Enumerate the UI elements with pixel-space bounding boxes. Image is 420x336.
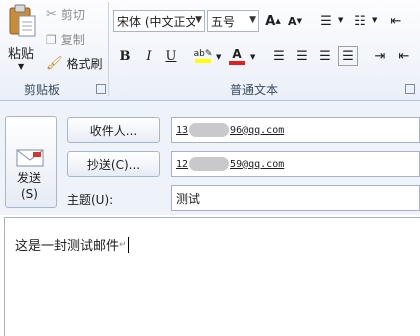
redacted-mask — [189, 157, 230, 171]
align-left-button[interactable]: ☰ — [269, 46, 289, 66]
font-color-swatch — [229, 60, 245, 65]
clipboard-icon — [9, 4, 36, 37]
format-painter-button[interactable]: 🖌 格式刷 — [46, 55, 103, 72]
chevron-down-icon[interactable]: ▼ — [250, 53, 255, 61]
subject-field[interactable]: 测试 — [171, 185, 420, 211]
subject-label: 主题(U): — [67, 193, 114, 207]
highlighter-icon: ab✎ — [193, 49, 213, 59]
paste-button[interactable]: 粘贴 ▼ — [4, 4, 40, 74]
to-address-prefix: 13 — [176, 124, 189, 136]
font-dialog-launcher-icon[interactable] — [405, 84, 415, 94]
message-body-editor[interactable]: 这是一封测试邮件 ↵ — [4, 217, 420, 336]
font-name-combo[interactable]: 宋体 (中文正文 ▼ — [113, 10, 205, 32]
subject-value: 测试 — [176, 191, 201, 206]
ribbon-separator — [108, 2, 109, 96]
clipboard-dialog-launcher-icon[interactable] — [96, 84, 106, 94]
chevron-down-icon[interactable]: ▼ — [216, 53, 221, 61]
to-field[interactable]: 13 96@qq.com — [171, 117, 420, 143]
outdent-icon: ⇤ — [390, 13, 402, 29]
chevron-down-icon[interactable]: ▼ — [338, 16, 343, 24]
align-right-button[interactable]: ☰ — [315, 46, 335, 66]
to-button[interactable]: 收件人... — [67, 117, 160, 143]
scissors-icon: ✂ — [46, 7, 57, 22]
ltr-icon: ⇤ — [398, 48, 410, 64]
numbering-button[interactable]: ☷ — [350, 11, 370, 31]
chevron-down-icon: ▼ — [18, 62, 25, 71]
redacted-mask — [189, 123, 230, 137]
paragraph-mark-icon: ↵ — [119, 239, 127, 250]
format-painter-label: 格式刷 — [66, 57, 103, 71]
bullet-list-icon: ☰ — [320, 13, 332, 29]
justify-button[interactable]: ☰ — [338, 46, 358, 66]
to-address-suffix: 96@qq.com — [230, 124, 285, 136]
numbered-list-icon: ☷ — [354, 13, 366, 29]
ribbon: 粘贴 ▼ ✂ 剪切 ❐ 复制 🖌 格式刷 剪贴板 宋体 (中文正文 ▼ 五号 ▼… — [0, 0, 420, 101]
copy-icon: ❐ — [46, 32, 57, 47]
font-size-value: 五号 — [211, 14, 236, 29]
align-center-button[interactable]: ☰ — [292, 46, 312, 66]
align-right-icon: ☰ — [319, 48, 331, 64]
cc-button[interactable]: 抄送(C)... — [67, 151, 160, 177]
font-color-icon: A — [232, 46, 242, 61]
paste-label: 粘贴 — [8, 47, 35, 62]
decrease-indent-button[interactable]: ⇤ — [386, 11, 406, 31]
text-cursor — [127, 236, 129, 253]
copy-label: 复制 — [60, 33, 85, 47]
highlight-swatch — [195, 59, 211, 63]
bold-button[interactable]: B — [115, 46, 135, 66]
rtl-icon: ⇥ — [374, 48, 386, 64]
brush-icon: 🖌 — [46, 56, 63, 71]
justify-icon: ☰ — [342, 48, 354, 64]
shrink-font-button[interactable]: A ▼ — [285, 11, 305, 31]
font-name-value: 宋体 (中文正文 — [117, 14, 195, 29]
cc-button-label: 抄送(C)... — [86, 157, 141, 172]
font-color-button[interactable]: A — [227, 46, 247, 66]
cut-button[interactable]: ✂ 剪切 — [46, 6, 85, 23]
font-size-combo[interactable]: 五号 ▼ — [207, 10, 259, 32]
envelope-icon — [16, 149, 44, 167]
chevron-down-icon: ▼ — [195, 15, 202, 25]
cut-label: 剪切 — [60, 8, 85, 22]
ltr-button[interactable]: ⇤ — [394, 46, 414, 66]
bullets-button[interactable]: ☰ — [316, 11, 336, 31]
cc-field[interactable]: 12 59@qq.com — [171, 151, 420, 177]
align-left-icon: ☰ — [273, 48, 285, 64]
message-body-text: 这是一封测试邮件 — [15, 239, 120, 254]
font-group-label: 普通文本 — [230, 83, 279, 97]
copy-button[interactable]: ❐ 复制 — [46, 31, 85, 48]
send-button[interactable]: 发送 (S) — [5, 116, 57, 208]
italic-button[interactable]: I — [139, 46, 159, 66]
send-label: 发送 — [17, 171, 42, 185]
cc-address-suffix: 59@qq.com — [230, 158, 285, 170]
to-button-label: 收件人... — [89, 123, 138, 138]
grow-font-button[interactable]: A ▲ — [263, 11, 283, 31]
clipboard-group-label: 剪贴板 — [24, 83, 61, 97]
rtl-button[interactable]: ⇥ — [370, 46, 390, 66]
send-shortcut: (S) — [21, 187, 38, 201]
chevron-down-icon: ▼ — [249, 15, 256, 25]
highlight-button[interactable]: ab✎ — [193, 46, 213, 66]
underline-button[interactable]: U — [161, 46, 181, 66]
cc-address-prefix: 12 — [176, 158, 189, 170]
align-center-icon: ☰ — [296, 48, 308, 64]
chevron-down-icon[interactable]: ▼ — [372, 16, 377, 24]
